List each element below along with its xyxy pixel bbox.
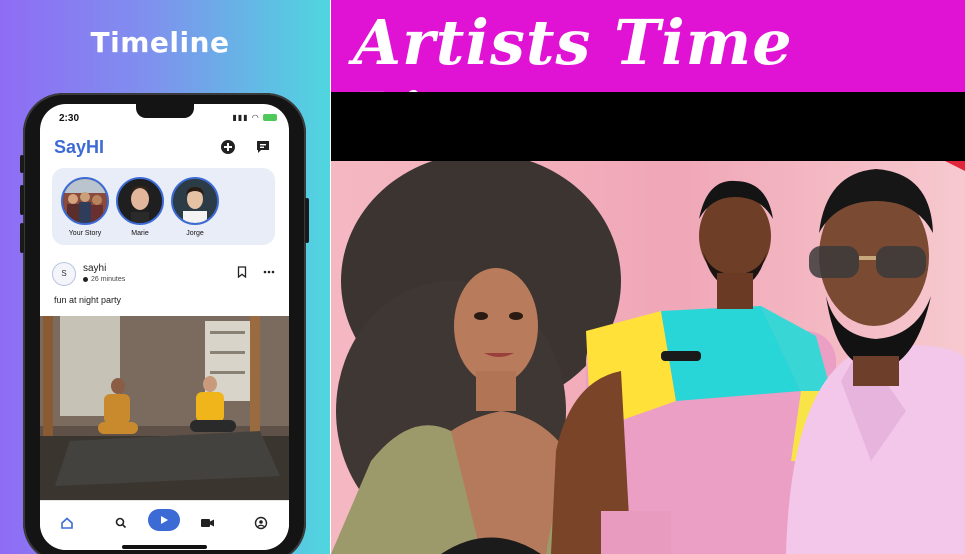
post-username[interactable]: sayhi <box>83 263 106 274</box>
status-icons: ▮▮▮ ◠ <box>232 113 277 122</box>
story-item[interactable]: Marie <box>114 177 166 237</box>
post-avatar[interactable]: S <box>52 262 76 286</box>
home-icon[interactable] <box>54 511 80 535</box>
app-title: SayHI <box>54 137 105 157</box>
phone-side-button <box>20 155 24 173</box>
add-post-icon[interactable] <box>220 139 236 155</box>
post-time-text: 26 minutes <box>91 276 126 283</box>
phone-notch <box>136 104 194 118</box>
stories-bar: Your Story Marie Jorge <box>52 168 275 245</box>
story-label: Your Story <box>68 230 102 237</box>
messages-icon[interactable] <box>255 139 271 155</box>
post-text: fun at night party <box>54 295 122 305</box>
story-avatar <box>116 177 164 225</box>
phone-side-button <box>20 185 24 215</box>
story-item[interactable]: Jorge <box>169 177 221 237</box>
more-options-icon[interactable] <box>263 266 275 278</box>
post-time: 26 minutes <box>83 276 125 283</box>
artists-photo <box>331 161 965 554</box>
post-actions <box>236 264 275 279</box>
banner-divider <box>331 92 965 161</box>
story-item[interactable]: Your Story <box>59 177 111 237</box>
globe-icon <box>83 276 88 282</box>
phone-power-button <box>305 198 309 243</box>
wifi-icon: ◠ <box>251 113 260 122</box>
phone-screen: 2:30 ▮▮▮ ◠ SayHI Your Story Marie Jorge … <box>40 104 289 550</box>
status-time: 2:30 <box>59 113 80 124</box>
video-icon[interactable] <box>194 511 220 535</box>
banner: Artists Time Line <box>331 0 965 152</box>
play-button[interactable] <box>148 509 180 531</box>
bookmark-icon[interactable] <box>236 266 248 279</box>
home-indicator <box>122 545 207 549</box>
signal-icon: ▮▮▮ <box>232 113 249 122</box>
search-icon[interactable] <box>108 511 134 535</box>
battery-icon <box>263 114 277 122</box>
bottom-nav <box>40 500 289 550</box>
story-avatar <box>61 177 109 225</box>
story-avatar <box>171 177 219 225</box>
profile-icon[interactable] <box>248 511 274 535</box>
section-title: Timeline <box>90 26 230 59</box>
story-label: Jorge <box>186 230 204 237</box>
play-icon <box>161 516 168 524</box>
post-header: S sayhi 26 minutes fun at night party <box>52 262 277 322</box>
phone-side-button <box>20 223 24 253</box>
story-label: Marie <box>131 230 149 237</box>
post-image[interactable] <box>40 316 289 500</box>
